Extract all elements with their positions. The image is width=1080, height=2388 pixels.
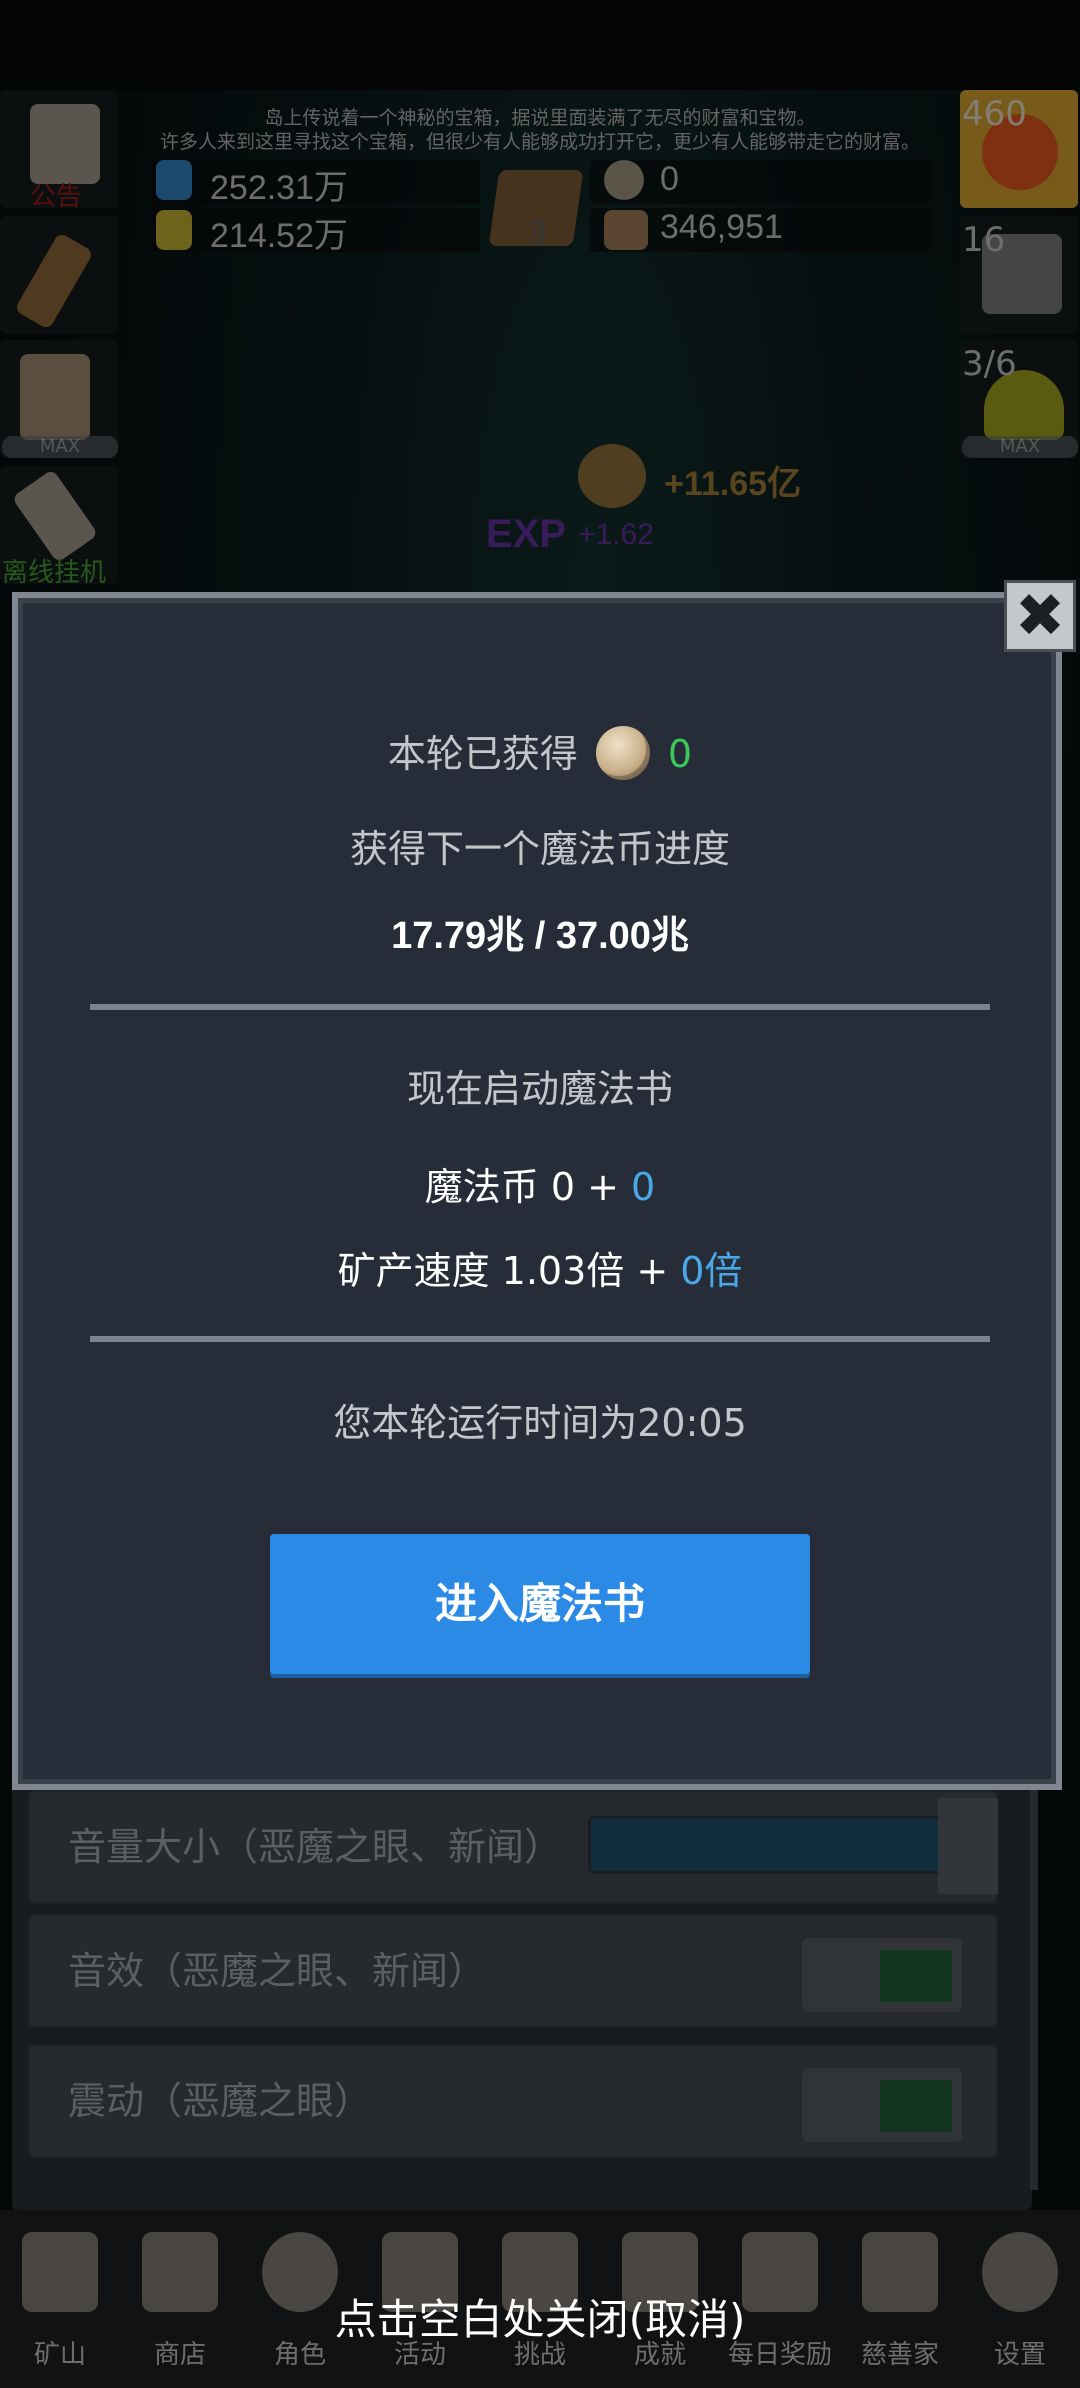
magic-coin-icon xyxy=(595,725,650,780)
earned-row: 本轮已获得 0 xyxy=(0,722,1080,786)
divider-2 xyxy=(90,1336,990,1342)
magic-coin-bonus: 0 xyxy=(631,1165,656,1209)
close-icon: ✖ xyxy=(1014,581,1066,651)
mining-speed-bonus: 0倍 xyxy=(680,1249,743,1293)
mining-speed-label: 矿产速度 1.03倍 + xyxy=(337,1249,681,1293)
divider-1 xyxy=(90,1004,990,1010)
mining-speed-row: 矿产速度 1.03倍 + 0倍 xyxy=(0,1240,1080,1295)
next-coin-progress-label: 获得下一个魔法币进度 xyxy=(349,827,730,871)
close-button[interactable]: ✖ xyxy=(1004,580,1076,652)
tap-to-close-hint: 点击空白处关闭(取消) xyxy=(334,2295,746,2344)
magic-coin-row: 魔法币 0 + 0 xyxy=(0,1156,1080,1211)
enter-magic-book-button[interactable]: 进入魔法书 xyxy=(270,1534,810,1674)
magic-coin-label: 魔法币 0 + xyxy=(424,1165,632,1209)
earned-value: 0 xyxy=(667,732,693,776)
start-now-label: 现在启动魔法书 xyxy=(406,1067,673,1111)
earned-label: 本轮已获得 xyxy=(387,732,578,776)
runtime-label: 您本轮运行时间为20:05 xyxy=(333,1401,747,1445)
progress-value: 17.79兆 / 37.00兆 xyxy=(391,915,689,957)
